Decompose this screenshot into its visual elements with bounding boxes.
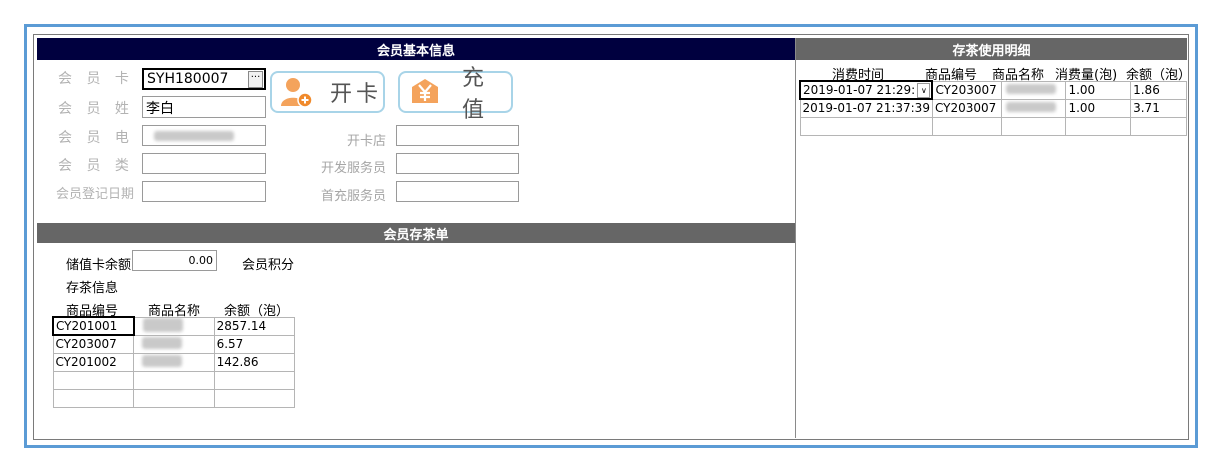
phone-input[interactable] [142, 125, 266, 146]
reg-date-label: 会员登记日期 [56, 187, 135, 202]
chevron-down-icon[interactable]: ∨ [917, 83, 931, 97]
storage-cell-code[interactable] [52, 370, 135, 390]
dev-staff-label: 开发服务员 [320, 161, 386, 176]
storage-cell-name[interactable] [133, 352, 215, 372]
storage-cell-balance[interactable]: 6.57 [213, 334, 296, 354]
table-row[interactable]: CY201002 142.86 [52, 352, 296, 372]
name-redacted [1005, 102, 1056, 112]
storage-cell-code[interactable]: CY203007 [52, 334, 135, 354]
storage-cell-code[interactable] [52, 388, 135, 408]
card-no-value: SYH180007 [147, 71, 229, 87]
yuan-icon [410, 77, 440, 107]
card-no-input[interactable]: SYH180007 ··· [142, 68, 266, 90]
usage-cell-balance[interactable]: 1.86 [1130, 80, 1187, 100]
name-redacted [142, 336, 183, 349]
storage-cell-balance[interactable] [213, 370, 296, 390]
storage-cell-name[interactable] [133, 316, 215, 336]
usage-cell-time[interactable]: 2019-01-07 21:29: ∨ [798, 80, 934, 100]
storage-cell-balance[interactable] [213, 388, 296, 408]
usage-cell-name[interactable] [1000, 98, 1067, 118]
table-row[interactable]: 2019-01-07 21:29: ∨ CY203007 1.00 1.86 [798, 80, 1187, 100]
usage-detail-header: 存茶使用明细 [796, 38, 1187, 60]
usage-cell-balance[interactable] [1130, 116, 1187, 136]
table-row[interactable] [52, 370, 296, 390]
storage-cell-balance[interactable]: 2857.14 [213, 316, 296, 336]
usage-cell-balance[interactable]: 3.71 [1130, 98, 1187, 118]
open-card-button[interactable]: 开卡 [270, 71, 385, 113]
name-redacted [142, 354, 183, 367]
table-row[interactable] [799, 116, 1187, 136]
first-charge-input[interactable] [396, 181, 519, 202]
open-store-input[interactable] [396, 125, 519, 146]
storage-cell-code[interactable]: CY201001 [52, 316, 135, 336]
storage-table: CY201001 2857.14 CY203007 6.57 CY201002 … [52, 316, 296, 408]
usage-cell-name[interactable] [1000, 116, 1067, 136]
usage-time-value: 2019-01-07 21:29: [803, 83, 916, 97]
recharge-button[interactable]: 充值 [398, 66, 513, 123]
storage-cell-name[interactable] [133, 370, 215, 390]
table-row[interactable] [52, 388, 296, 408]
usage-table: 2019-01-07 21:29: ∨ CY203007 1.00 1.86 2… [798, 80, 1187, 136]
open-card-label: 开卡 [330, 82, 383, 107]
usage-cell-time[interactable] [799, 116, 933, 136]
phone-redacted [154, 131, 234, 141]
recharge-label: 充值 [462, 66, 489, 123]
usage-cell-code[interactable] [931, 116, 1002, 136]
member-type-input[interactable] [142, 153, 266, 174]
name-value: 李白 [146, 101, 174, 117]
storage-info-label: 存茶信息 [66, 281, 119, 296]
tea-storage-header: 会员存茶单 [37, 223, 795, 243]
first-charge-label: 首充服务员 [320, 189, 386, 204]
table-row[interactable]: CY201001 2857.14 [52, 316, 296, 336]
add-user-icon [278, 74, 314, 110]
balance-label: 储值卡余额 [66, 258, 132, 273]
usage-cell-qty[interactable] [1065, 116, 1132, 136]
table-row[interactable]: CY203007 6.57 [52, 334, 296, 354]
card-lookup-button[interactable]: ··· [248, 71, 263, 88]
storage-cell-name[interactable] [133, 334, 215, 354]
usage-cell-code[interactable]: CY203007 [931, 80, 1002, 100]
usage-cell-qty[interactable]: 1.00 [1065, 98, 1132, 118]
storage-cell-name[interactable] [133, 388, 215, 408]
member-info-header: 会员基本信息 [37, 38, 795, 60]
name-input[interactable]: 李白 [142, 96, 266, 118]
usage-cell-code[interactable]: CY203007 [931, 98, 1002, 118]
section-divider [795, 38, 796, 438]
open-store-label: 开卡店 [346, 134, 386, 149]
usage-cell-qty[interactable]: 1.00 [1065, 80, 1132, 100]
table-row[interactable]: 2019-01-07 21:37:39 CY203007 1.00 3.71 [799, 98, 1187, 118]
name-redacted [1005, 84, 1056, 94]
balance-input[interactable]: 0.00 [132, 250, 217, 271]
balance-value: 0.00 [188, 254, 214, 267]
dev-staff-input[interactable] [396, 153, 519, 174]
points-label: 会员积分 [242, 258, 295, 273]
usage-cell-time[interactable]: 2019-01-07 21:37:39 [799, 98, 933, 118]
storage-cell-code[interactable]: CY201002 [52, 352, 135, 372]
storage-cell-balance[interactable]: 142.86 [213, 352, 296, 372]
usage-cell-name[interactable] [1000, 80, 1067, 100]
name-redacted [142, 318, 183, 332]
reg-date-input[interactable] [142, 181, 266, 202]
